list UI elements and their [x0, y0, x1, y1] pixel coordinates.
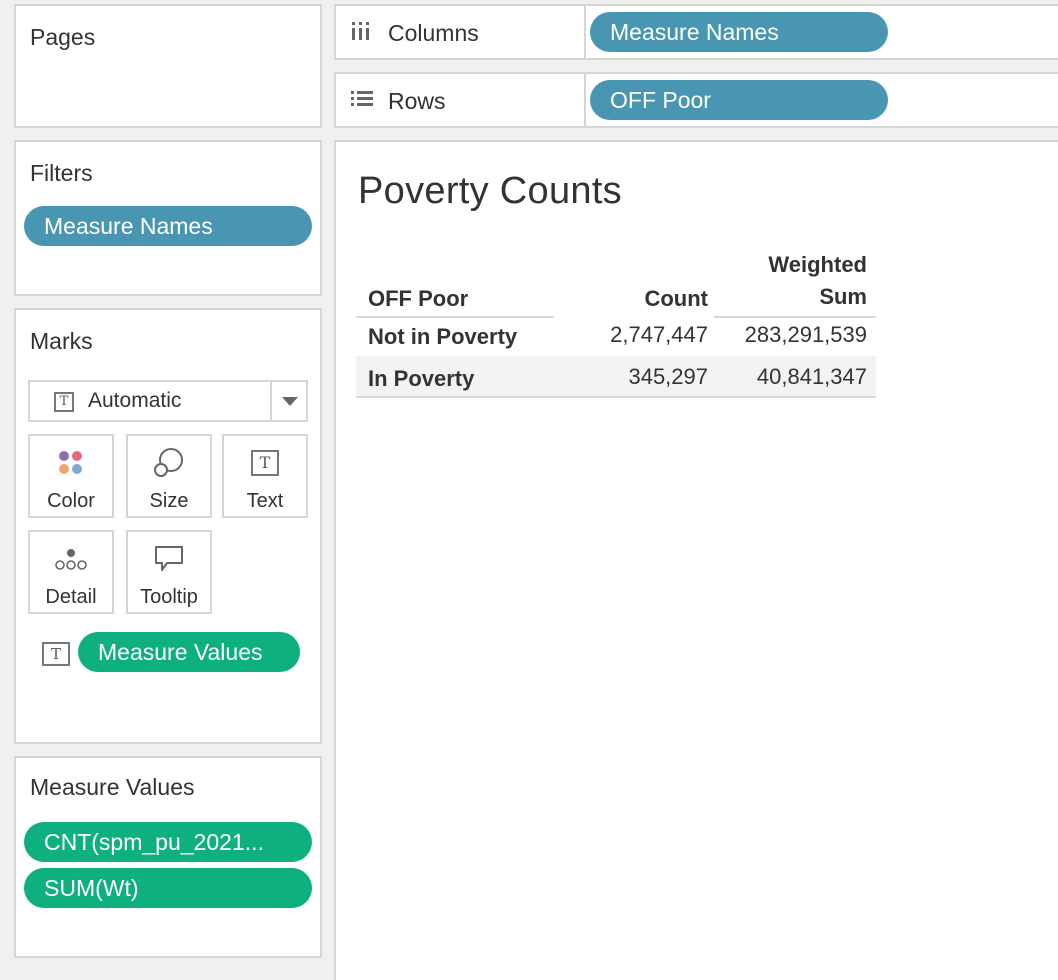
measure-values-card: Measure Values CNT(spm_pu_2021... SUM(Wt… — [14, 756, 322, 958]
row-label-not-in-poverty: Not in Poverty — [368, 324, 518, 349]
rows-icon — [351, 91, 373, 106]
col-header-count: Count — [644, 286, 708, 311]
columns-divider — [584, 6, 586, 58]
tooltip-speech-icon — [155, 546, 183, 571]
marks-card: Marks T Automatic Color Size T Text Deta… — [14, 308, 322, 744]
detail-dots-icon — [55, 549, 87, 570]
text-label: Text — [246, 490, 284, 512]
row-header-off-poor: OFF Poor — [368, 286, 469, 311]
size-label: Size — [149, 490, 189, 512]
worksheet-canvas: Poverty Counts OFF Poor Count Weighted S… — [334, 140, 1058, 980]
tooltip-button[interactable]: Tooltip — [126, 530, 212, 614]
chevron-down-icon[interactable] — [282, 397, 298, 406]
cell-weighted-sum-not-in-poverty: 283,291,539 — [744, 322, 867, 347]
cell-count-not-in-poverty: 2,747,447 — [610, 322, 708, 347]
col-header-weighted: Weighted — [768, 252, 867, 277]
columns-pill-measure-names[interactable]: Measure Names — [590, 12, 888, 52]
pages-card[interactable]: Pages — [14, 4, 322, 128]
rows-shelf[interactable]: Rows OFF Poor — [334, 72, 1058, 128]
pages-title: Pages — [30, 24, 96, 50]
text-button[interactable]: T Text — [222, 434, 308, 518]
filters-card[interactable]: Filters Measure Names — [14, 140, 322, 296]
table-bottom-rule — [356, 396, 876, 398]
rows-pill-off-poor[interactable]: OFF Poor — [590, 80, 888, 120]
dropdown-divider — [270, 382, 272, 420]
measure-values-title: Measure Values — [30, 774, 195, 800]
text-encoding-icon: T — [42, 642, 70, 666]
sheet-title: Poverty Counts — [358, 170, 622, 212]
mark-type-label: Automatic — [88, 389, 182, 412]
rows-label: Rows — [388, 88, 446, 114]
mark-type-dropdown[interactable]: T Automatic — [28, 380, 308, 422]
measure-pill-count[interactable]: CNT(spm_pu_2021... — [24, 822, 312, 862]
detail-label: Detail — [45, 586, 97, 608]
rows-divider — [584, 74, 586, 126]
text-t-icon: T — [251, 450, 279, 476]
color-button[interactable]: Color — [28, 434, 114, 518]
measure-pill-sum-wt[interactable]: SUM(Wt) — [24, 868, 312, 908]
row-label-in-poverty: In Poverty — [368, 366, 475, 391]
columns-shelf[interactable]: Columns Measure Names — [334, 4, 1058, 60]
detail-button[interactable]: Detail — [28, 530, 114, 614]
text-mark-icon: T — [54, 392, 74, 412]
color-palette-icon — [59, 451, 82, 474]
header-rule-right — [714, 316, 876, 318]
columns-icon — [352, 22, 369, 40]
filter-pill-measure-names[interactable]: Measure Names — [24, 206, 312, 246]
filters-title: Filters — [30, 160, 93, 186]
col-header-sum: Sum — [819, 284, 867, 309]
tooltip-label: Tooltip — [140, 586, 198, 608]
marks-title: Marks — [30, 328, 93, 354]
header-rule-left — [356, 316, 554, 318]
color-label: Color — [47, 490, 95, 512]
size-button[interactable]: Size — [126, 434, 212, 518]
columns-label: Columns — [388, 20, 479, 46]
cell-weighted-sum-in-poverty: 40,841,347 — [756, 364, 867, 389]
size-circles-icon — [154, 448, 183, 477]
cell-count-in-poverty: 345,297 — [628, 364, 708, 389]
marks-pill-measure-values[interactable]: Measure Values — [78, 632, 300, 672]
